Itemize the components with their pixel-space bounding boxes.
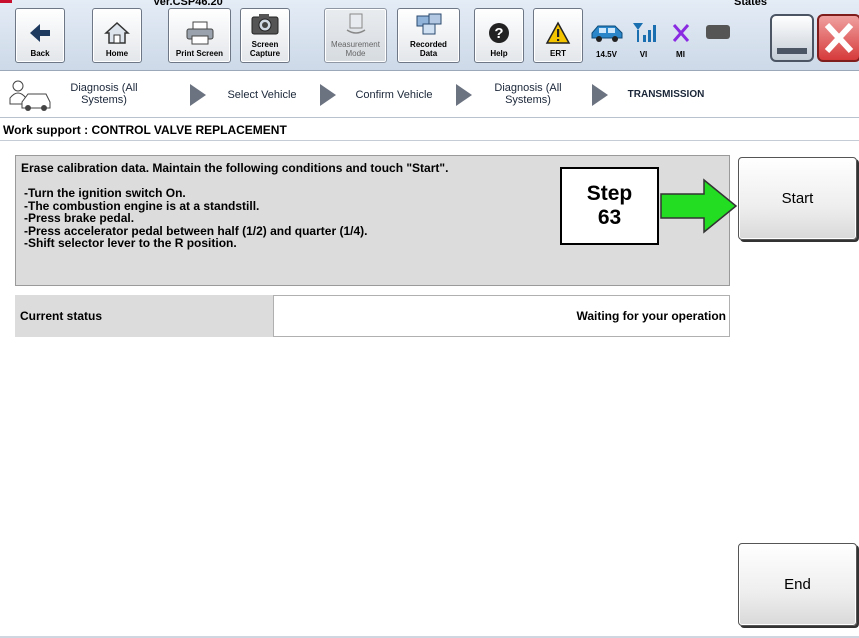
breadcrumb-transmission[interactable]: TRANSMISSION [616,89,716,101]
screen-capture-button[interactable]: Screen Capture [240,8,290,63]
breadcrumb-diagnosis-all-systems-2[interactable]: Diagnosis (All Systems) [478,82,578,106]
connector-icon [705,24,731,45]
camera-icon [248,10,282,38]
help-button[interactable]: ? Help [474,8,524,63]
close-icon [819,22,859,60]
status-indicators: 14.5V VI MI [588,8,736,63]
breadcrumb-arrow-icon [456,84,472,106]
breadcrumb-select-vehicle[interactable]: Select Vehicle [216,89,308,101]
battery-voltage: 14.5V [596,50,617,59]
states-label: States [734,0,768,8]
mi-label: MI [676,50,685,59]
breadcrumb-arrow-icon [320,84,336,106]
mi-indicator: MI [662,8,699,63]
current-status-row: Current status Waiting for your operatio… [15,295,730,337]
breadcrumb-confirm-vehicle[interactable]: Confirm Vehicle [344,89,444,101]
page-title: Work support : CONTROL VALVE REPLACEMENT [0,119,859,141]
breadcrumb-arrow-icon [592,84,608,106]
measurement-mode-button[interactable]: Measurement Mode [324,8,387,63]
instruction-lead: Erase calibration data. Maintain the fol… [21,161,449,175]
home-icon [100,19,134,47]
version-label: Ver.CSP46.20 [153,0,223,8]
home-button[interactable]: Home [92,8,142,63]
end-button[interactable]: End [738,543,857,626]
close-button[interactable] [817,14,859,62]
printer-icon [183,19,217,47]
instruction-line: -Turn the ignition switch On. [24,186,186,200]
current-status-value: Waiting for your operation [273,295,730,337]
signal-icon [631,21,657,50]
current-status-label: Current status [15,295,273,337]
print-screen-button[interactable]: Print Screen [168,8,231,63]
back-arrow-icon [23,19,57,47]
recorded-data-icon [412,10,446,38]
toolbar: Ver.CSP46.20 States Back Home Print Scre… [0,0,859,71]
help-icon: ? [482,19,516,47]
svg-text:?: ? [494,25,503,42]
vi-label: VI [639,50,648,59]
ert-button[interactable]: ERT [533,8,583,63]
disconnected-icon [669,21,693,50]
breadcrumb-arrow-icon [190,84,206,106]
start-button[interactable]: Start [738,157,857,240]
step-word: Step [586,182,633,205]
instruction-list: -Turn the ignition switch On. -The combu… [24,187,367,250]
measurement-icon [339,10,373,38]
vi-indicator: VI [625,8,662,63]
recorded-data-button[interactable]: Recorded Data [397,8,460,63]
step-arrow-icon [660,178,738,234]
warning-icon [541,19,575,47]
minimize-button[interactable] [770,14,814,62]
step-callout: Step 63 [560,167,659,245]
instruction-line: -Shift selector lever to the R position. [24,236,237,250]
car-icon [589,21,625,50]
instruction-line: -Press brake pedal. [24,211,135,225]
step-number: 63 [597,206,622,229]
battery-voltage-indicator: 14.5V [588,8,625,63]
connection-indicator [699,8,736,63]
vehicle-diagnosis-icon [4,78,52,117]
back-button[interactable]: Back [15,8,65,63]
brand-mark [0,0,12,3]
breadcrumb-diagnosis-all-systems[interactable]: Diagnosis (All Systems) [58,82,150,106]
